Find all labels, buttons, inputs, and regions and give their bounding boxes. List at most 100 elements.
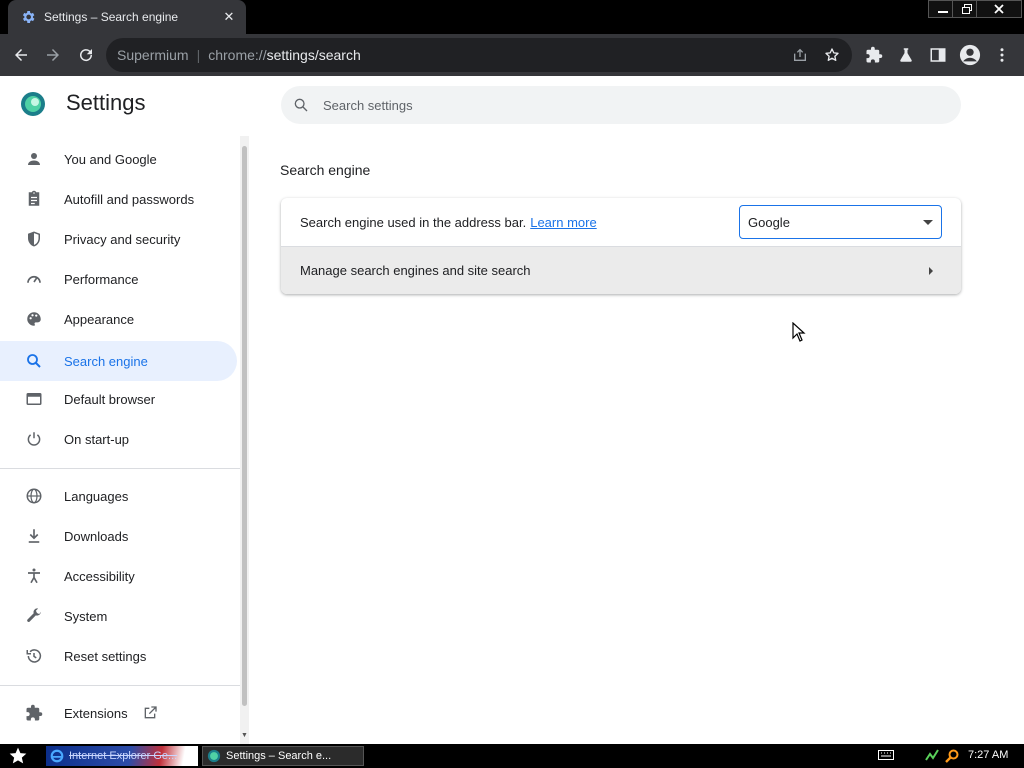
labs-button[interactable] <box>890 39 922 71</box>
chevron-right-icon <box>929 267 933 275</box>
omnibox-url-scheme: chrome:// <box>208 47 267 63</box>
star-icon <box>9 747 27 764</box>
sidebar-item-privacy[interactable]: Privacy and security <box>0 219 237 259</box>
keyboard-icon[interactable] <box>878 750 894 760</box>
sidebar-item-reset-settings[interactable]: Reset settings <box>0 636 237 676</box>
globe-icon <box>24 486 44 506</box>
selected-engine-value: Google <box>748 214 790 230</box>
external-link-icon <box>142 705 158 721</box>
puzzle-icon <box>866 46 883 63</box>
sidebar-item-search-engine[interactable]: Search engine <box>0 341 237 381</box>
minimize-icon <box>938 11 948 13</box>
close-icon <box>994 4 1004 14</box>
tab-settings[interactable]: Settings – Search engine ✕ <box>8 0 246 34</box>
restore-icon <box>962 4 972 14</box>
title-bar: Settings – Search engine ✕ <box>0 0 1024 34</box>
sidebar-item-label: Appearance <box>64 311 135 327</box>
sidebar-item-accessibility[interactable]: Accessibility <box>0 556 237 596</box>
learn-more-link[interactable]: Learn more <box>530 215 596 230</box>
sidebar-item-label: System <box>64 608 108 624</box>
taskbar-item-label: Internet Explorer Ge... <box>69 750 178 762</box>
sidebar-item-label: Performance <box>64 271 139 287</box>
puzzle-icon <box>24 703 44 723</box>
sidebar-item-on-startup[interactable]: On start-up <box>0 419 237 459</box>
sidebar-divider <box>0 468 240 469</box>
sidebar-item-label: Search engine <box>64 353 148 369</box>
sidebar-item-label: Languages <box>64 488 129 504</box>
close-tab-icon[interactable]: ✕ <box>220 8 238 26</box>
search-icon <box>24 351 44 371</box>
settings-sidebar: You and Google Autofill and passwords Pr… <box>0 136 240 744</box>
history-icon <box>24 646 44 666</box>
sidebar-item-languages[interactable]: Languages <box>0 476 237 516</box>
shield-icon <box>24 229 44 249</box>
sidebar-item-label: Privacy and security <box>64 231 181 247</box>
close-window-button[interactable] <box>976 0 1022 18</box>
power-icon <box>24 429 44 449</box>
sidebar-item-label: Extensions <box>64 705 128 721</box>
page-title: Settings <box>66 90 146 115</box>
back-arrow-icon <box>15 49 27 61</box>
sidebar-item-label: Reset settings <box>64 648 147 664</box>
side-panel-icon <box>930 48 946 62</box>
extensions-button[interactable] <box>858 39 890 71</box>
accessibility-icon <box>24 566 44 586</box>
share-button[interactable] <box>784 39 816 71</box>
sidebar-scrollbar[interactable]: ▼ <box>240 136 249 744</box>
download-icon <box>24 526 44 546</box>
search-placeholder: Search settings <box>323 97 413 113</box>
sidebar-item-default-browser[interactable]: Default browser <box>0 379 237 419</box>
sidebar-item-autofill[interactable]: Autofill and passwords <box>0 179 237 219</box>
browser-logo-icon <box>207 749 221 763</box>
search-engine-description: Search engine used in the address bar. <box>300 214 527 230</box>
browser-window: Settings – Search engine ✕ Supermium | c… <box>0 0 1024 768</box>
network-icon[interactable] <box>924 748 940 764</box>
sidebar-item-downloads[interactable]: Downloads <box>0 516 237 556</box>
gear-icon <box>22 11 35 23</box>
taskbar-item-internet-explorer[interactable]: Internet Explorer Ge... <box>46 746 198 766</box>
sidebar-item-label: On start-up <box>64 431 130 447</box>
magnifier-icon[interactable] <box>944 748 960 764</box>
browser-toolbar: Supermium | chrome:// settings/search <box>0 34 1024 76</box>
address-bar[interactable]: Supermium | chrome:// settings/search <box>106 38 852 72</box>
search-settings-input[interactable]: Search settings <box>281 86 961 124</box>
omnibox-site-name: Supermium <box>117 47 189 63</box>
star-icon <box>825 48 839 61</box>
ie-icon <box>50 749 64 763</box>
toolbar-actions <box>858 39 1018 71</box>
forward-button[interactable] <box>37 39 69 71</box>
search-engine-dropdown[interactable]: Google <box>739 205 942 239</box>
scrollbar-thumb[interactable] <box>242 146 247 706</box>
clipboard-icon <box>24 189 44 209</box>
side-panel-button[interactable] <box>922 39 954 71</box>
person-icon <box>24 149 44 169</box>
back-button[interactable] <box>5 39 37 71</box>
tab-title: Settings – Search engine <box>44 10 179 24</box>
manage-search-engines-row[interactable]: Manage search engines and site search <box>281 246 961 294</box>
sidebar-item-you-and-google[interactable]: You and Google <box>0 139 237 179</box>
sidebar-item-system[interactable]: System <box>0 596 237 636</box>
scroll-down-arrow-icon[interactable]: ▼ <box>241 732 248 739</box>
omnibox-separator: | <box>196 47 201 63</box>
menu-button[interactable] <box>986 39 1018 71</box>
sidebar-item-appearance[interactable]: Appearance <box>0 299 237 339</box>
chevron-down-icon <box>923 220 933 225</box>
sidebar-item-label: You and Google <box>64 151 157 167</box>
sidebar-item-extensions[interactable]: Extensions <box>0 693 237 733</box>
browser-logo-icon <box>21 92 45 116</box>
bookmark-button[interactable] <box>816 39 848 71</box>
sidebar-item-label: Default browser <box>64 391 156 407</box>
sidebar-divider <box>0 685 240 686</box>
forward-arrow-icon <box>47 49 59 61</box>
profile-button[interactable] <box>954 39 986 71</box>
taskbar-item-settings[interactable]: Settings – Search e... <box>202 746 364 766</box>
palette-icon <box>24 309 44 329</box>
sidebar-item-performance[interactable]: Performance <box>0 259 237 299</box>
browser-window-icon <box>24 389 44 409</box>
section-title: Search engine <box>280 162 371 178</box>
search-icon <box>294 98 308 112</box>
search-engine-card: Search engine used in the address bar. L… <box>281 198 961 294</box>
reload-button[interactable] <box>70 39 102 71</box>
sidebar-item-label: Downloads <box>64 528 129 544</box>
start-button[interactable] <box>4 746 32 766</box>
